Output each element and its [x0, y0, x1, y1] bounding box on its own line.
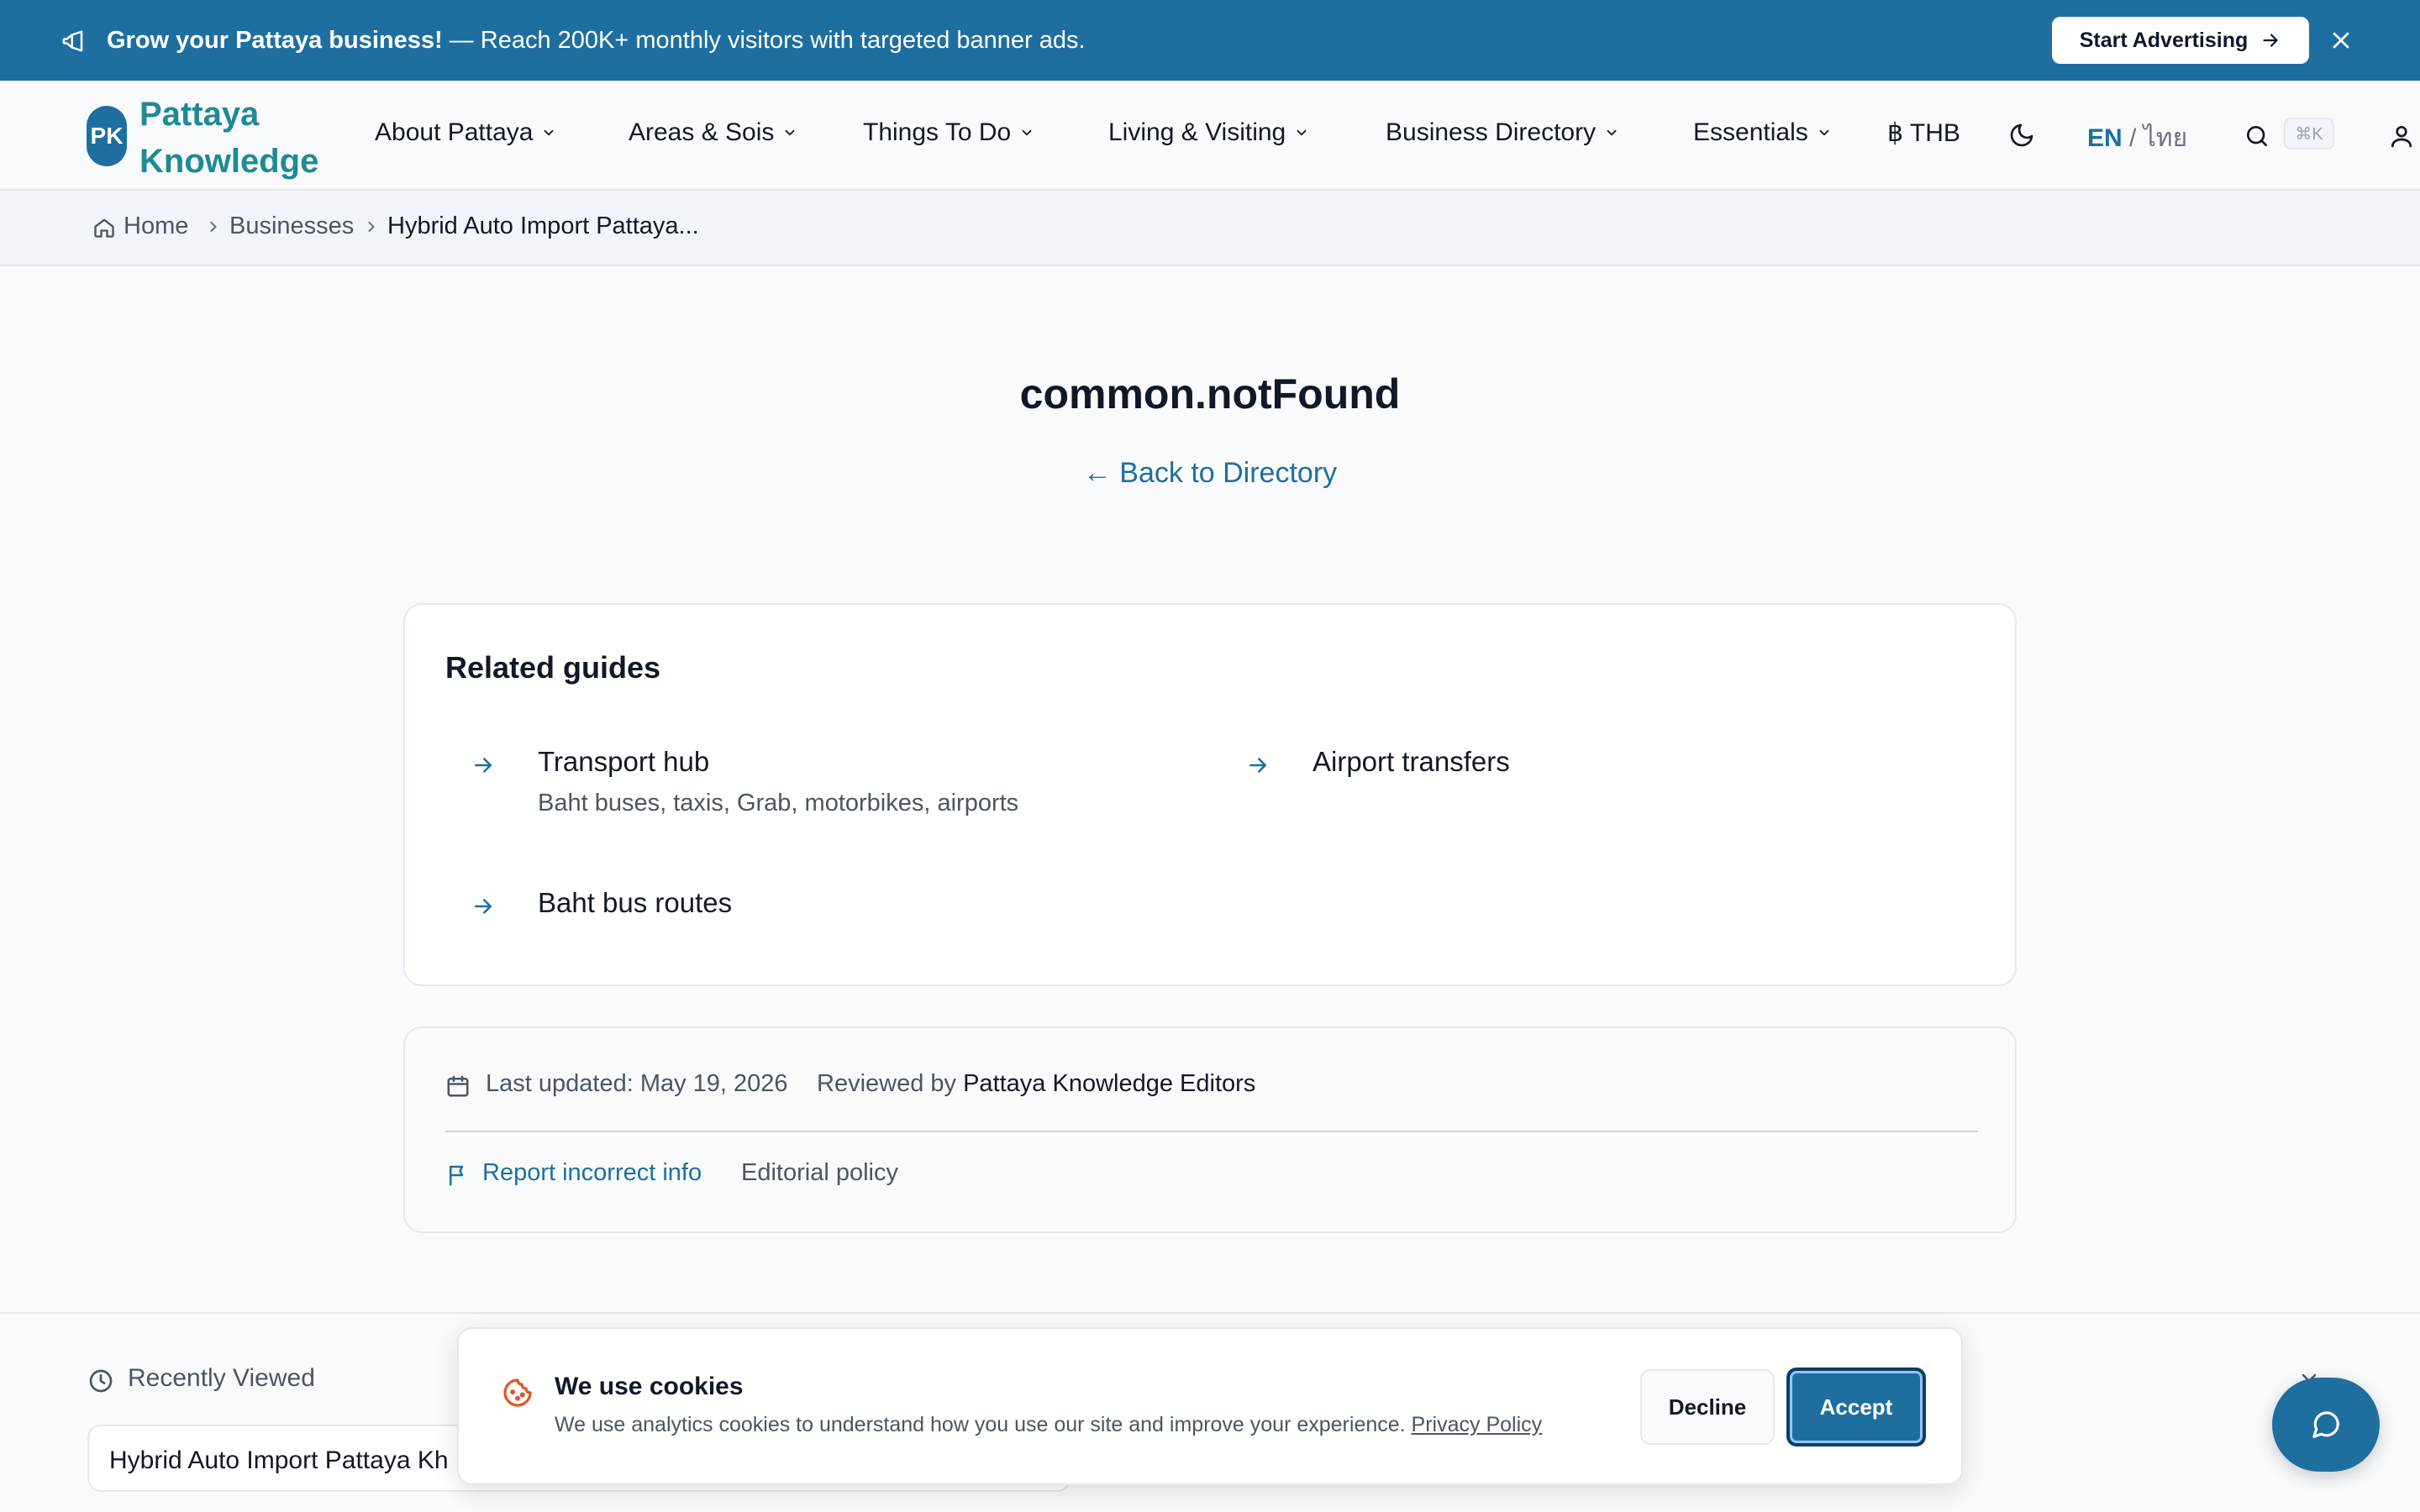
editorial-policy-link[interactable]: Editorial policy	[741, 1159, 898, 1187]
nav-living-visiting[interactable]: Living & Visiting	[1108, 118, 1309, 147]
cookie-title: We use cookies	[555, 1373, 744, 1400]
nav-business-directory[interactable]: Business Directory	[1386, 118, 1619, 147]
promo-bold: Grow your Pattaya business!	[107, 27, 443, 54]
home-icon	[92, 216, 116, 239]
nav-label: Essentials	[1693, 118, 1808, 146]
promo-text: Grow your Pattaya business! — Reach 200K…	[107, 25, 1086, 55]
nav-label: About Pattaya	[375, 118, 534, 146]
related-guides-title: Related guides	[445, 650, 661, 685]
guide-title: Baht bus routes	[538, 887, 733, 918]
guide-title: Transport hub	[538, 746, 710, 777]
chevron-down-icon	[782, 125, 797, 140]
search-icon[interactable]	[2244, 123, 2270, 150]
guide-title: Airport transfers	[1313, 746, 1510, 777]
nav-label: Areas & Sois	[629, 118, 775, 146]
reviewed-by: Reviewed by Pattaya Knowledge Editors	[817, 1070, 1255, 1098]
language-switcher[interactable]: EN / ไทย	[2087, 118, 2187, 158]
site-header: PK Pattaya Knowledge About Pattaya Areas…	[0, 81, 2420, 191]
privacy-policy-link[interactable]: Privacy Policy	[1412, 1413, 1543, 1436]
chevron-down-icon	[1294, 125, 1309, 140]
logo-line-2: Knowledge	[139, 143, 319, 180]
recently-viewed-label: Recently Viewed	[128, 1364, 315, 1392]
chevron-right-icon	[205, 218, 222, 235]
close-icon[interactable]	[2328, 27, 2354, 54]
nav-label: Things To Do	[863, 118, 1012, 146]
decline-button[interactable]: Decline	[1640, 1369, 1775, 1445]
logo-text[interactable]: Pattaya Knowledge	[139, 91, 358, 185]
arrow-right-icon	[1245, 753, 1270, 778]
megaphone-icon	[60, 29, 86, 54]
related-guides-card: Related guides Transport hub Baht buses,…	[403, 603, 2017, 986]
flag-icon	[445, 1163, 471, 1188]
search-shortcut-badge: ⌘K	[2284, 118, 2334, 150]
report-incorrect-info-link[interactable]: Report incorrect info	[482, 1159, 702, 1187]
page-meta-card: Last updated: May 19, 2026 Reviewed by P…	[403, 1026, 2017, 1233]
user-icon[interactable]	[2388, 123, 2415, 150]
promo-banner: Grow your Pattaya business! — Reach 200K…	[0, 0, 2420, 81]
nav-essentials[interactable]: Essentials	[1693, 118, 1832, 147]
chevron-down-icon	[1604, 125, 1619, 140]
calendar-icon	[445, 1074, 471, 1099]
lang-separator: /	[2122, 124, 2144, 152]
message-circle-icon	[2310, 1409, 2342, 1441]
chevron-down-icon	[541, 125, 556, 140]
back-to-directory-link[interactable]: ← Back to Directory	[0, 457, 2420, 490]
currency-selector[interactable]: ฿ THB	[1887, 118, 1960, 148]
nav-things-to-do[interactable]: Things To Do	[863, 118, 1034, 147]
nav-label: Business Directory	[1386, 118, 1597, 146]
cookie-text: We use analytics cookies to understand h…	[555, 1413, 1412, 1436]
start-advertising-label: Start Advertising	[2079, 28, 2249, 52]
chevron-right-icon	[363, 218, 380, 235]
arrow-right-icon	[471, 894, 496, 919]
arrow-right-icon	[2260, 29, 2281, 51]
cookie-icon	[501, 1376, 534, 1410]
reviewer-name: Pattaya Knowledge Editors	[963, 1070, 1256, 1097]
breadcrumb: Home Businesses Hybrid Auto Import Patta…	[0, 191, 2420, 266]
breadcrumb-businesses[interactable]: Businesses	[229, 213, 354, 240]
accept-button[interactable]: Accept	[1786, 1368, 1926, 1446]
breadcrumb-current: Hybrid Auto Import Pattaya...	[387, 213, 699, 239]
logo-badge[interactable]: PK	[87, 106, 127, 166]
guide-description: Baht buses, taxis, Grab, motorbikes, air…	[538, 790, 1019, 816]
lang-th[interactable]: ไทย	[2144, 124, 2187, 152]
chevron-down-icon	[1817, 125, 1832, 140]
arrow-right-icon	[471, 753, 496, 778]
start-advertising-button[interactable]: Start Advertising	[2052, 17, 2309, 64]
promo-message: — Reach 200K+ monthly visitors with targ…	[442, 27, 1086, 54]
cookie-description: We use analytics cookies to understand h…	[555, 1413, 1542, 1437]
breadcrumb-home[interactable]: Home	[124, 213, 188, 240]
logo-line-1: Pattaya	[139, 96, 260, 133]
page-title: common.notFound	[1019, 370, 1401, 417]
chat-button[interactable]	[2272, 1378, 2380, 1472]
chevron-down-icon	[1019, 125, 1034, 140]
nav-areas-sois[interactable]: Areas & Sois	[629, 118, 797, 147]
nav-about-pattaya[interactable]: About Pattaya	[375, 118, 556, 147]
divider	[445, 1131, 1978, 1132]
moon-icon[interactable]	[2008, 122, 2035, 149]
lang-en[interactable]: EN	[2087, 124, 2123, 152]
clock-icon	[87, 1368, 114, 1394]
nav-label: Living & Visiting	[1108, 118, 1286, 146]
cookie-consent-dialog: We use cookies We use analytics cookies …	[457, 1327, 1963, 1485]
last-updated: Last updated: May 19, 2026	[486, 1070, 788, 1097]
reviewed-prefix: Reviewed by	[817, 1070, 964, 1097]
